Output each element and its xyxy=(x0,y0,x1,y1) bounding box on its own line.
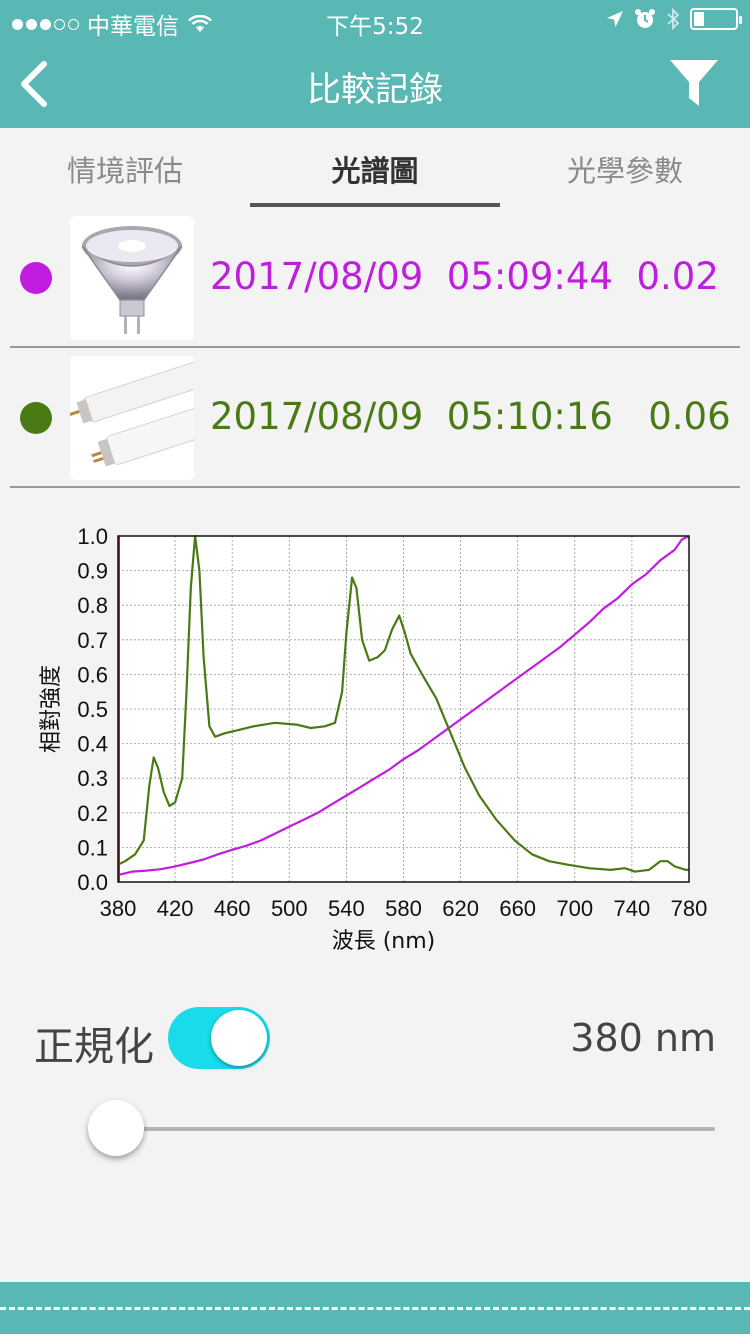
top-bar: 中華電信 下午5:52 比較記錄 xyxy=(0,0,750,128)
status-right xyxy=(606,8,742,30)
x-tick-label: 420 xyxy=(157,896,194,921)
record-value: 0.02 xyxy=(636,255,719,298)
record-datetime: 2017/08/09 05:09:44 xyxy=(210,255,613,298)
y-tick-label: 0.9 xyxy=(77,559,108,584)
nav-bar: 比較記錄 xyxy=(0,40,750,128)
x-tick-label: 740 xyxy=(614,896,651,921)
record-datetime: 2017/08/09 05:10:16 xyxy=(210,395,613,438)
x-tick-label: 660 xyxy=(499,896,536,921)
x-tick-label: 540 xyxy=(328,896,365,921)
wavelength-value: 380 nm xyxy=(570,1016,716,1060)
toggle-knob xyxy=(211,1010,267,1066)
record-row[interactable]: 2017/08/09 05:10:16 0.06 xyxy=(0,348,750,486)
y-tick-label: 0.8 xyxy=(77,593,108,618)
fluorescent-tube-thumbnail xyxy=(70,356,194,480)
y-tick-label: 0.0 xyxy=(77,870,108,895)
dashed-line xyxy=(0,1307,750,1310)
x-tick-label: 460 xyxy=(214,896,251,921)
x-tick-label: 700 xyxy=(556,896,593,921)
x-tick-label: 500 xyxy=(271,896,308,921)
alarm-clock-icon xyxy=(635,9,655,28)
x-axis-label: 波長 (nm) xyxy=(332,929,436,954)
y-tick-label: 0.6 xyxy=(77,662,108,687)
tab-scenario-evaluation[interactable]: 情境評估 xyxy=(0,148,250,190)
wavelength-slider-track[interactable] xyxy=(117,1127,715,1131)
bottom-bar xyxy=(0,1282,750,1334)
divider xyxy=(10,486,740,488)
funnel-icon[interactable] xyxy=(668,56,720,108)
y-tick-label: 0.7 xyxy=(77,628,108,653)
x-tick-label: 780 xyxy=(671,896,708,921)
y-tick-label: 0.4 xyxy=(77,732,108,757)
y-tick-label: 0.1 xyxy=(77,835,108,860)
y-tick-label: 0.2 xyxy=(77,801,108,826)
y-axis-label: 相對強度 xyxy=(39,665,64,753)
location-arrow-icon xyxy=(607,11,623,27)
page-title: 比較記錄 xyxy=(307,70,443,110)
normalize-toggle[interactable] xyxy=(168,1007,270,1069)
bluetooth-icon xyxy=(667,8,680,30)
record-info: 2017/08/09 05:10:16 0.06 xyxy=(210,395,731,438)
series-color-dot xyxy=(20,402,52,434)
wavelength-slider-knob[interactable] xyxy=(88,1100,144,1156)
halogen-bulb-thumbnail xyxy=(70,216,194,340)
tab-spectrum[interactable]: 光譜圖 xyxy=(250,148,500,190)
normalize-label: 正規化 xyxy=(34,1024,154,1070)
tab-optical-parameters[interactable]: 光學參數 xyxy=(500,148,750,190)
series-color-dot xyxy=(20,262,52,294)
record-info: 2017/08/09 05:09:44 0.02 xyxy=(210,255,719,298)
x-tick-label: 380 xyxy=(100,896,137,921)
y-tick-label: 0.5 xyxy=(77,697,108,722)
x-tick-label: 580 xyxy=(385,896,422,921)
record-row[interactable]: 2017/08/09 05:09:44 0.02 xyxy=(0,210,750,348)
x-tick-label: 620 xyxy=(442,896,479,921)
spectrum-chart: 380 420 460 500 540 580 620 660 700 740 780 0.0 0.1 0… xyxy=(39,524,708,954)
tab-bar: 情境評估 光譜圖 光學參數 xyxy=(0,128,750,210)
battery-icon xyxy=(690,8,742,30)
record-value: 0.06 xyxy=(648,395,731,438)
active-tab-indicator xyxy=(250,203,500,207)
y-tick-label: 0.3 xyxy=(77,766,108,791)
status-bar: 中華電信 下午5:52 xyxy=(0,0,750,40)
y-tick-label: 1.0 xyxy=(77,524,108,549)
